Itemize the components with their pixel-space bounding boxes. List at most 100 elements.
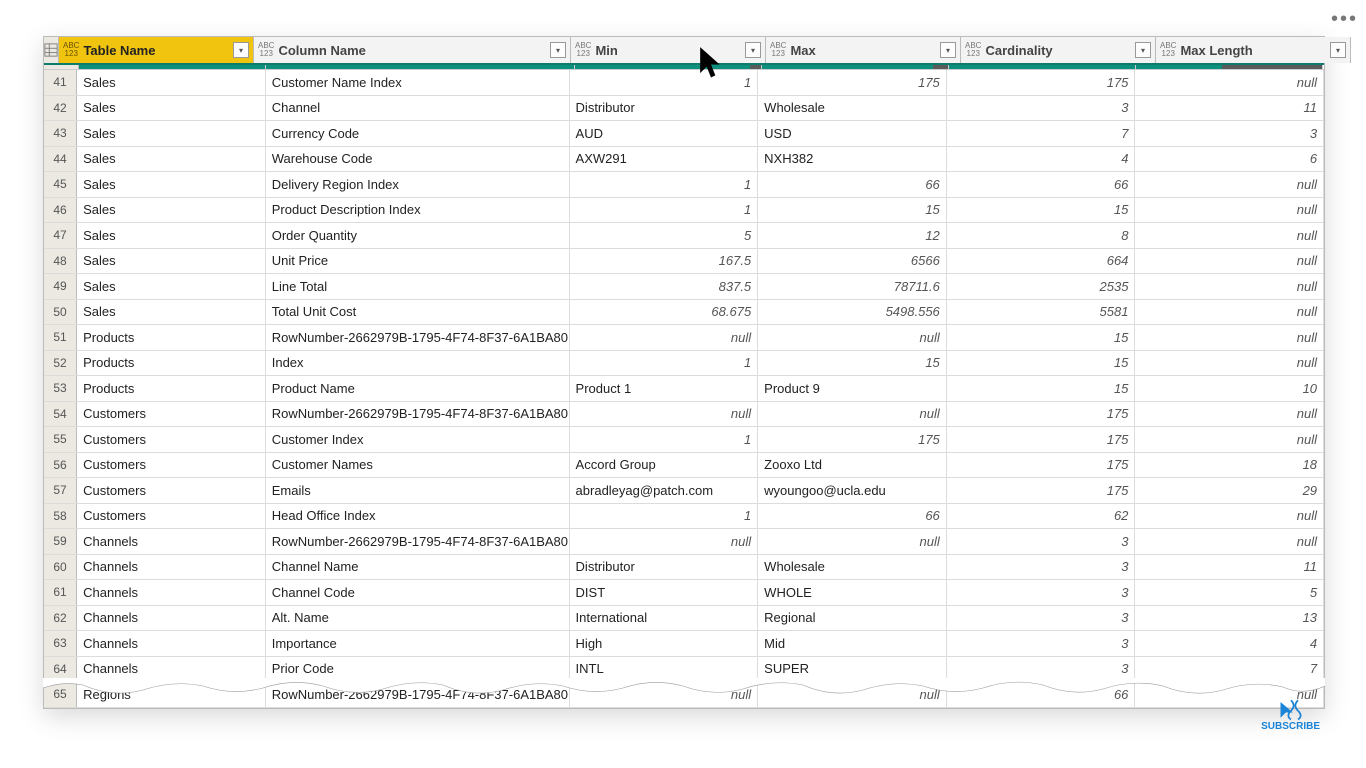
cell[interactable]: Distributor [570,96,759,121]
cell[interactable]: 3 [1135,121,1324,146]
filter-dropdown-button[interactable]: ▾ [550,42,566,58]
row-number[interactable]: 46 [44,198,77,223]
cell[interactable]: 1 [570,427,759,452]
row-number[interactable]: 42 [44,96,77,121]
row-number[interactable]: 59 [44,529,77,554]
cell[interactable]: 1 [570,198,759,223]
row-number[interactable]: 47 [44,223,77,248]
cell[interactable]: Sales [77,172,266,197]
cell[interactable]: RowNumber-2662979B-1795-4F74-8F37-6A1BA8… [266,325,570,350]
cell[interactable]: 3 [947,529,1136,554]
row-number[interactable]: 53 [44,376,77,401]
table-row[interactable]: 44SalesWarehouse CodeAXW291NXH38246 [44,147,1324,173]
column-header-max[interactable]: ABC123Max▾ [766,37,961,63]
cell[interactable]: 2535 [947,274,1136,299]
cell[interactable]: Products [77,376,266,401]
cell[interactable]: Channel [266,96,570,121]
cell[interactable]: Products [77,325,266,350]
cell[interactable]: null [570,325,759,350]
table-row[interactable]: 60ChannelsChannel NameDistributorWholesa… [44,555,1324,581]
cell[interactable]: 5498.556 [758,300,947,325]
cell[interactable]: 62 [947,504,1136,529]
cell[interactable]: Channels [77,580,266,605]
table-row[interactable]: 63ChannelsImportanceHighMid34 [44,631,1324,657]
cell[interactable]: Customers [77,453,266,478]
cell[interactable]: 175 [947,402,1136,427]
table-row[interactable]: 57CustomersEmailsabradleyag@patch.comwyo… [44,478,1324,504]
cell[interactable]: 15 [758,351,947,376]
cell[interactable]: null [1135,70,1324,95]
cell[interactable]: 5 [1135,580,1324,605]
cell[interactable]: 4 [947,147,1136,172]
table-row[interactable]: 52ProductsIndex11515null [44,351,1324,377]
table-row[interactable]: 48SalesUnit Price167.56566664null [44,249,1324,275]
cell[interactable]: Head Office Index [266,504,570,529]
cell[interactable]: Order Quantity [266,223,570,248]
cell[interactable]: Warehouse Code [266,147,570,172]
cell[interactable]: 78711.6 [758,274,947,299]
cell[interactable]: Sales [77,223,266,248]
table-row[interactable]: 61ChannelsChannel CodeDISTWHOLE35 [44,580,1324,606]
cell[interactable]: 1 [570,172,759,197]
cell[interactable]: 175 [947,478,1136,503]
filter-dropdown-button[interactable]: ▾ [745,42,761,58]
cell[interactable]: 3 [947,580,1136,605]
cell[interactable]: Sales [77,121,266,146]
cell[interactable]: 3 [947,606,1136,631]
cell[interactable]: 11 [1135,555,1324,580]
cell[interactable]: 66 [758,504,947,529]
row-number[interactable]: 45 [44,172,77,197]
cell[interactable]: 175 [947,70,1136,95]
cell[interactable]: Unit Price [266,249,570,274]
cell[interactable]: Channels [77,529,266,554]
cell[interactable]: null [758,325,947,350]
cell[interactable]: Sales [77,300,266,325]
table-row[interactable]: 59ChannelsRowNumber-2662979B-1795-4F74-8… [44,529,1324,555]
row-number[interactable]: 50 [44,300,77,325]
row-number[interactable]: 54 [44,402,77,427]
cell[interactable]: 4 [1135,631,1324,656]
table-row[interactable]: 58CustomersHead Office Index16662null [44,504,1324,530]
cell[interactable]: 66 [947,172,1136,197]
cell[interactable]: Sales [77,274,266,299]
row-number[interactable]: 52 [44,351,77,376]
cell[interactable]: 10 [1135,376,1324,401]
cell[interactable]: 1 [570,351,759,376]
cell[interactable]: null [1135,325,1324,350]
cell[interactable]: Delivery Region Index [266,172,570,197]
cell[interactable]: 167.5 [570,249,759,274]
cell[interactable]: Sales [77,70,266,95]
cell[interactable]: NXH382 [758,147,947,172]
cell[interactable]: 15 [947,376,1136,401]
cell[interactable]: DIST [570,580,759,605]
row-number[interactable]: 58 [44,504,77,529]
row-number[interactable]: 51 [44,325,77,350]
cell[interactable]: 175 [947,453,1136,478]
cell[interactable]: 5581 [947,300,1136,325]
cell[interactable]: Mid [758,631,947,656]
cell[interactable]: Line Total [266,274,570,299]
column-header-table-name[interactable]: ABC123Table Name▾ [59,37,254,63]
cell[interactable]: High [570,631,759,656]
subscribe-badge[interactable]: SUBSCRIBE [1261,697,1320,732]
cell[interactable]: Currency Code [266,121,570,146]
cell[interactable]: Customers [77,402,266,427]
cell[interactable]: Customer Names [266,453,570,478]
table-row[interactable]: 45SalesDelivery Region Index16666null [44,172,1324,198]
table-row[interactable]: 50SalesTotal Unit Cost68.6755498.5565581… [44,300,1324,326]
filter-dropdown-button[interactable]: ▾ [233,42,249,58]
column-header-min[interactable]: ABC123Min▾ [571,37,766,63]
cell[interactable]: RowNumber-2662979B-1795-4F74-8F37-6A1BA8… [266,529,570,554]
cell[interactable]: 18 [1135,453,1324,478]
cell[interactable]: 6 [1135,147,1324,172]
cell[interactable]: 7 [947,121,1136,146]
cell[interactable]: null [1135,249,1324,274]
cell[interactable]: 15 [947,325,1136,350]
cell[interactable]: 1 [570,70,759,95]
cell[interactable]: null [570,529,759,554]
cell[interactable]: 6566 [758,249,947,274]
filter-dropdown-button[interactable]: ▾ [1330,42,1346,58]
cell[interactable]: Alt. Name [266,606,570,631]
cell[interactable]: Product Name [266,376,570,401]
cell[interactable]: Customer Index [266,427,570,452]
